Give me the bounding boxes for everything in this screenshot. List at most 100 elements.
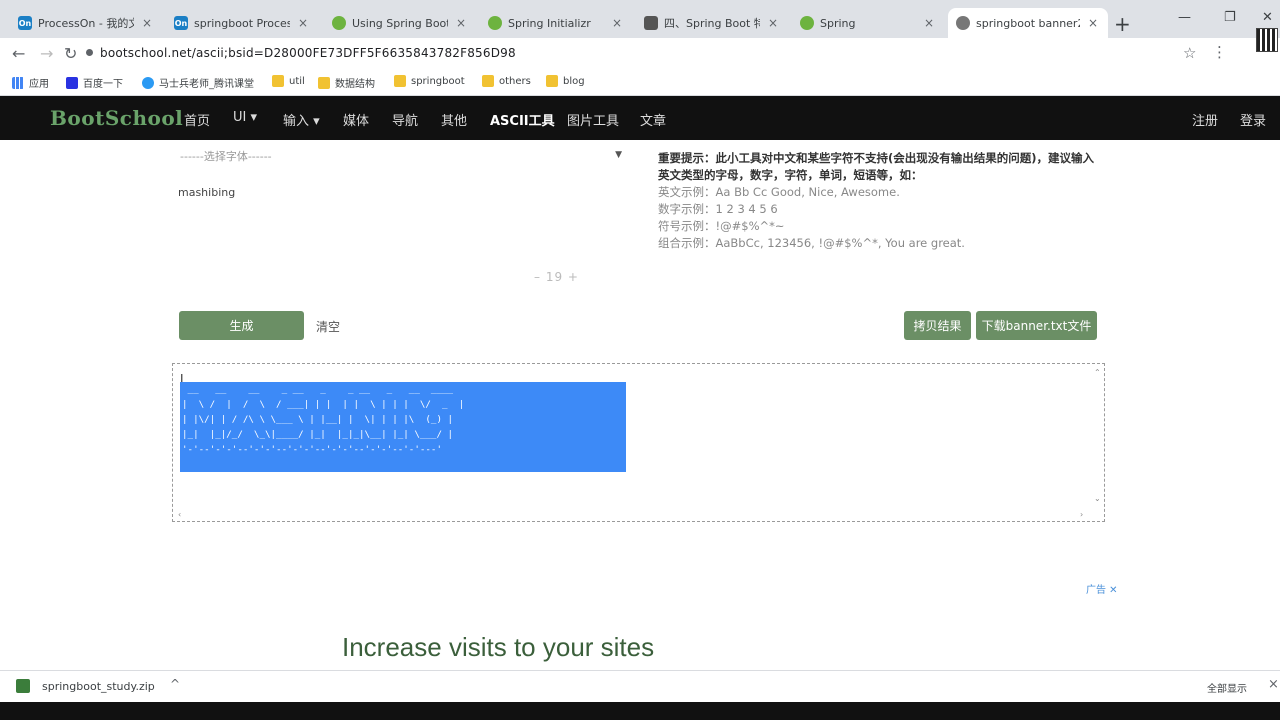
tab-label: ProcessOn - 我的文件 — [38, 17, 134, 30]
browser-tab-5[interactable]: Spring × — [792, 8, 944, 38]
nav-articles[interactable]: 文章 — [640, 110, 666, 129]
folder-icon — [546, 75, 558, 87]
bookmark-folder-data-structures[interactable]: 数据结构 — [318, 75, 375, 90]
example-value: AaBbCc, 123456, !@#$%^*, You are great. — [715, 236, 965, 250]
bookmark-folder-springboot[interactable]: springboot — [394, 75, 465, 87]
tab-label: Spring Initializr — [508, 16, 591, 30]
spring-icon — [488, 16, 502, 30]
font-select[interactable]: ------选择字体------ ▼ — [180, 148, 626, 170]
site-navbar: BootSchool 首页 UI ▾ 输入 ▾ 媒体 导航 其他 ASCII工具… — [0, 96, 1280, 140]
bookmark-label: util — [289, 75, 305, 87]
browser-tab-1[interactable]: On springboot ProcessOn × — [166, 8, 318, 38]
folder-icon — [272, 75, 284, 87]
book-icon — [644, 16, 658, 30]
scroll-down-icon[interactable]: ⌄ — [1094, 494, 1101, 503]
qr-code-icon[interactable] — [1256, 28, 1278, 52]
browser-tab-3[interactable]: Spring Initializr × — [480, 8, 632, 38]
new-tab-button[interactable]: + — [1114, 12, 1131, 36]
bottom-strip — [0, 702, 1280, 720]
nav-ascii-tools[interactable]: ASCII工具 — [490, 110, 555, 129]
text-input[interactable]: mashibing — [178, 186, 235, 199]
close-icon[interactable]: × — [610, 16, 624, 30]
nav-navigation[interactable]: 导航 — [392, 110, 418, 129]
browser-tab-6[interactable]: springboot banner2 × — [948, 8, 1108, 38]
bookmark-apps[interactable]: 应用 — [12, 75, 49, 90]
window-close-icon[interactable]: ✕ — [1262, 10, 1273, 25]
example-label: 组合示例： — [658, 236, 716, 250]
bookmark-folder-blog[interactable]: blog — [546, 75, 585, 87]
tab-label: springboot banner2 — [976, 16, 1080, 30]
bookmark-folder-util[interactable]: util — [272, 75, 305, 87]
bookmark-folder-others[interactable]: others — [482, 75, 531, 87]
clear-link[interactable]: 清空 — [316, 318, 340, 335]
ad-headline[interactable]: Increase visits to your sites — [342, 632, 654, 663]
generate-button[interactable]: 生成 — [179, 311, 304, 340]
processon-icon: On — [18, 16, 32, 30]
chevron-up-icon[interactable]: ^ — [170, 677, 180, 691]
bookmark-label: 百度一下 — [83, 79, 123, 90]
address-bar[interactable]: bootschool.net/ascii;bsid=D28000FE73DFF5… — [100, 46, 516, 60]
scroll-right-icon[interactable]: › — [1080, 510, 1083, 519]
close-downloads-icon[interactable]: × — [1268, 677, 1279, 692]
reload-icon[interactable]: ↻ — [64, 44, 77, 63]
close-icon[interactable]: × — [454, 16, 468, 30]
star-icon[interactable]: ☆ — [1183, 44, 1196, 62]
show-all-downloads[interactable]: 全部显示 — [1207, 680, 1247, 695]
browser-tab-2[interactable]: Using Spring Boot × — [324, 8, 476, 38]
copy-result-button[interactable]: 拷贝结果 — [904, 311, 971, 340]
tips-example-numbers: 数字示例：1 2 3 4 5 6 — [658, 201, 1098, 218]
lock-icon — [86, 49, 93, 56]
download-banner-button[interactable]: 下载banner.txt文件 — [976, 311, 1097, 340]
ascii-art-output: __ __ __ _ __ _ _ __ _ __ ____ | \ / | /… — [182, 384, 465, 455]
nav-media[interactable]: 媒体 — [343, 110, 369, 129]
tips-example-combined: 组合示例：AaBbCc, 123456, !@#$%^*, You are gr… — [658, 235, 1098, 252]
example-value: 1 2 3 4 5 6 — [715, 202, 778, 216]
globe-icon — [956, 16, 970, 30]
ad-badge[interactable]: 广告 ✕ — [1086, 581, 1118, 596]
login-link[interactable]: 登录 — [1240, 110, 1266, 129]
site-logo[interactable]: BootSchool — [50, 106, 183, 130]
close-icon[interactable]: × — [766, 16, 780, 30]
tab-label: Using Spring Boot — [352, 16, 448, 30]
bookmark-baidu[interactable]: 百度一下 — [66, 75, 123, 90]
browser-tab-4[interactable]: 四、Spring Boot 特性 × — [636, 8, 788, 38]
nav-other[interactable]: 其他 — [441, 110, 467, 129]
nav-input[interactable]: 输入 ▾ — [283, 110, 320, 129]
back-arrow-icon[interactable]: ← — [12, 44, 25, 63]
font-size-stepper[interactable]: – 19 + — [534, 270, 579, 284]
ascii-selection[interactable]: __ __ __ _ __ _ _ __ _ __ ____ | \ / | /… — [180, 382, 626, 472]
folder-icon — [394, 75, 406, 87]
scroll-left-icon[interactable]: ‹ — [178, 510, 181, 519]
maximize-icon[interactable]: ❐ — [1224, 10, 1236, 25]
processon-icon: On — [174, 16, 188, 30]
close-icon[interactable]: × — [922, 16, 936, 30]
chevron-down-icon: ▼ — [615, 150, 622, 160]
close-icon[interactable]: × — [296, 16, 310, 30]
forward-arrow-icon[interactable]: → — [40, 44, 53, 63]
nav-image-tools[interactable]: 图片工具 — [567, 110, 619, 129]
bookmarks-bar: 应用 百度一下 马士兵老师_腾讯课堂 util 数据结构 springboot … — [0, 70, 1280, 96]
bookmark-label: others — [499, 75, 531, 87]
zip-file-icon — [16, 679, 30, 693]
example-label: 英文示例： — [658, 185, 716, 199]
bookmark-label: 数据结构 — [335, 79, 375, 90]
tips-example-symbols: 符号示例：!@#$%^*~ — [658, 218, 1098, 235]
browser-tab-0[interactable]: On ProcessOn - 我的文件 × — [10, 8, 162, 38]
bookmark-label: 应用 — [29, 79, 49, 90]
close-icon[interactable]: × — [1086, 16, 1100, 30]
tab-label: Spring — [820, 16, 856, 30]
nav-ui[interactable]: UI ▾ — [233, 110, 257, 125]
scroll-up-icon[interactable]: ⌃ — [1094, 368, 1101, 377]
example-label: 数字示例： — [658, 202, 716, 216]
tab-label: springboot ProcessOn — [194, 16, 290, 30]
register-link[interactable]: 注册 — [1192, 110, 1218, 129]
download-item[interactable]: springboot_study.zip — [42, 680, 155, 693]
tips-panel: 重要提示：此小工具对中文和某些字符不支持(会出现没有输出结果的问题)，建议输入英… — [658, 150, 1098, 252]
nav-home[interactable]: 首页 — [184, 110, 210, 129]
extensions-icon[interactable]: ⋮ — [1212, 43, 1227, 61]
apps-grid-icon — [12, 76, 24, 89]
example-value: !@#$%^*~ — [715, 219, 785, 233]
bookmark-tencent-class[interactable]: 马士兵老师_腾讯课堂 — [142, 75, 254, 90]
close-icon[interactable]: × — [140, 16, 154, 30]
minimize-icon[interactable]: — — [1178, 10, 1191, 25]
